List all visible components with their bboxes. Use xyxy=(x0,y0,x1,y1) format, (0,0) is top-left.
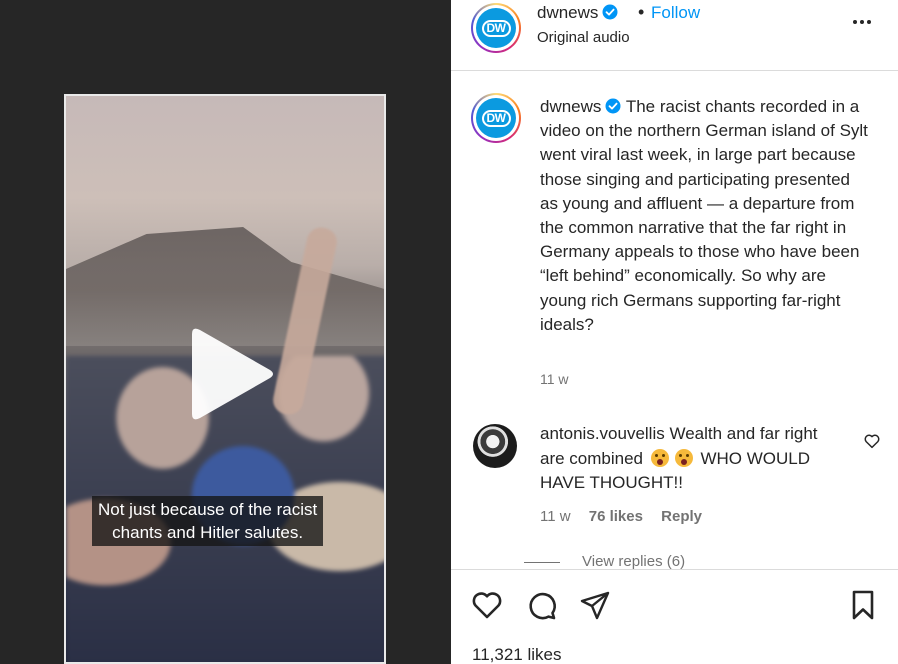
media-panel: Not just because of the racist chants an… xyxy=(0,0,451,664)
comment-text: antonis.vouvellis Wealth and far right a… xyxy=(540,422,830,496)
follow-button[interactable]: Follow xyxy=(651,3,700,23)
astonished-face-emoji-icon xyxy=(674,448,693,467)
comments-section[interactable]: DW dwnews The racist chants recorded in … xyxy=(451,72,898,569)
share-icon[interactable] xyxy=(578,588,612,622)
post-caption: dwnews The racist chants recorded in a v… xyxy=(540,95,870,337)
subtitle-line-2: chants and Hitler salutes. xyxy=(112,523,304,542)
video-subtitle: Not just because of the racist chants an… xyxy=(92,496,324,546)
original-audio-link[interactable]: Original audio xyxy=(537,29,630,46)
comment-like-heart-icon[interactable] xyxy=(863,432,881,450)
comment-timestamp: 11 w xyxy=(540,508,571,525)
comment-likes[interactable]: 76 likes xyxy=(589,508,643,525)
more-options-icon[interactable] xyxy=(847,10,877,34)
post-header: DW dwnews • Follow Original audio xyxy=(451,0,898,71)
verified-badge-icon xyxy=(602,4,618,20)
header-separator: • xyxy=(638,2,645,22)
caption-text: The racist chants recorded in a video on… xyxy=(540,97,868,334)
reply-button[interactable]: Reply xyxy=(661,508,702,525)
comment-meta: 11 w 76 likes Reply xyxy=(540,508,716,525)
post-likes-count[interactable]: 11,321 likes xyxy=(472,645,561,664)
subtitle-line-1: Not just because of the racist xyxy=(98,500,318,519)
heart-icon[interactable] xyxy=(470,588,504,622)
dw-logo: DW xyxy=(481,109,511,127)
commenter-avatar[interactable] xyxy=(473,424,517,468)
view-replies-link[interactable]: View replies (6) xyxy=(540,553,685,569)
verified-badge-icon xyxy=(605,98,621,114)
caption-username[interactable]: dwnews xyxy=(540,97,601,116)
astonished-face-emoji-icon xyxy=(650,448,669,467)
video-player[interactable]: Not just because of the racist chants an… xyxy=(64,94,386,664)
post-details-panel: DW dwnews • Follow Original audio DW dwn… xyxy=(451,0,898,664)
play-icon[interactable] xyxy=(186,326,276,422)
caption-avatar[interactable]: DW xyxy=(471,93,521,143)
author-username-text[interactable]: dwnews xyxy=(537,3,598,22)
dw-logo: DW xyxy=(481,19,511,37)
post-actions-bar: 11,321 likes xyxy=(451,569,898,664)
author-avatar[interactable]: DW xyxy=(471,3,521,53)
bookmark-icon[interactable] xyxy=(846,588,880,622)
commenter-username[interactable]: antonis.vouvellis xyxy=(540,424,665,443)
caption-timestamp: 11 w xyxy=(540,371,569,387)
video-background xyxy=(66,227,384,346)
author-username[interactable]: dwnews xyxy=(537,3,618,23)
comment-icon[interactable] xyxy=(525,588,559,622)
